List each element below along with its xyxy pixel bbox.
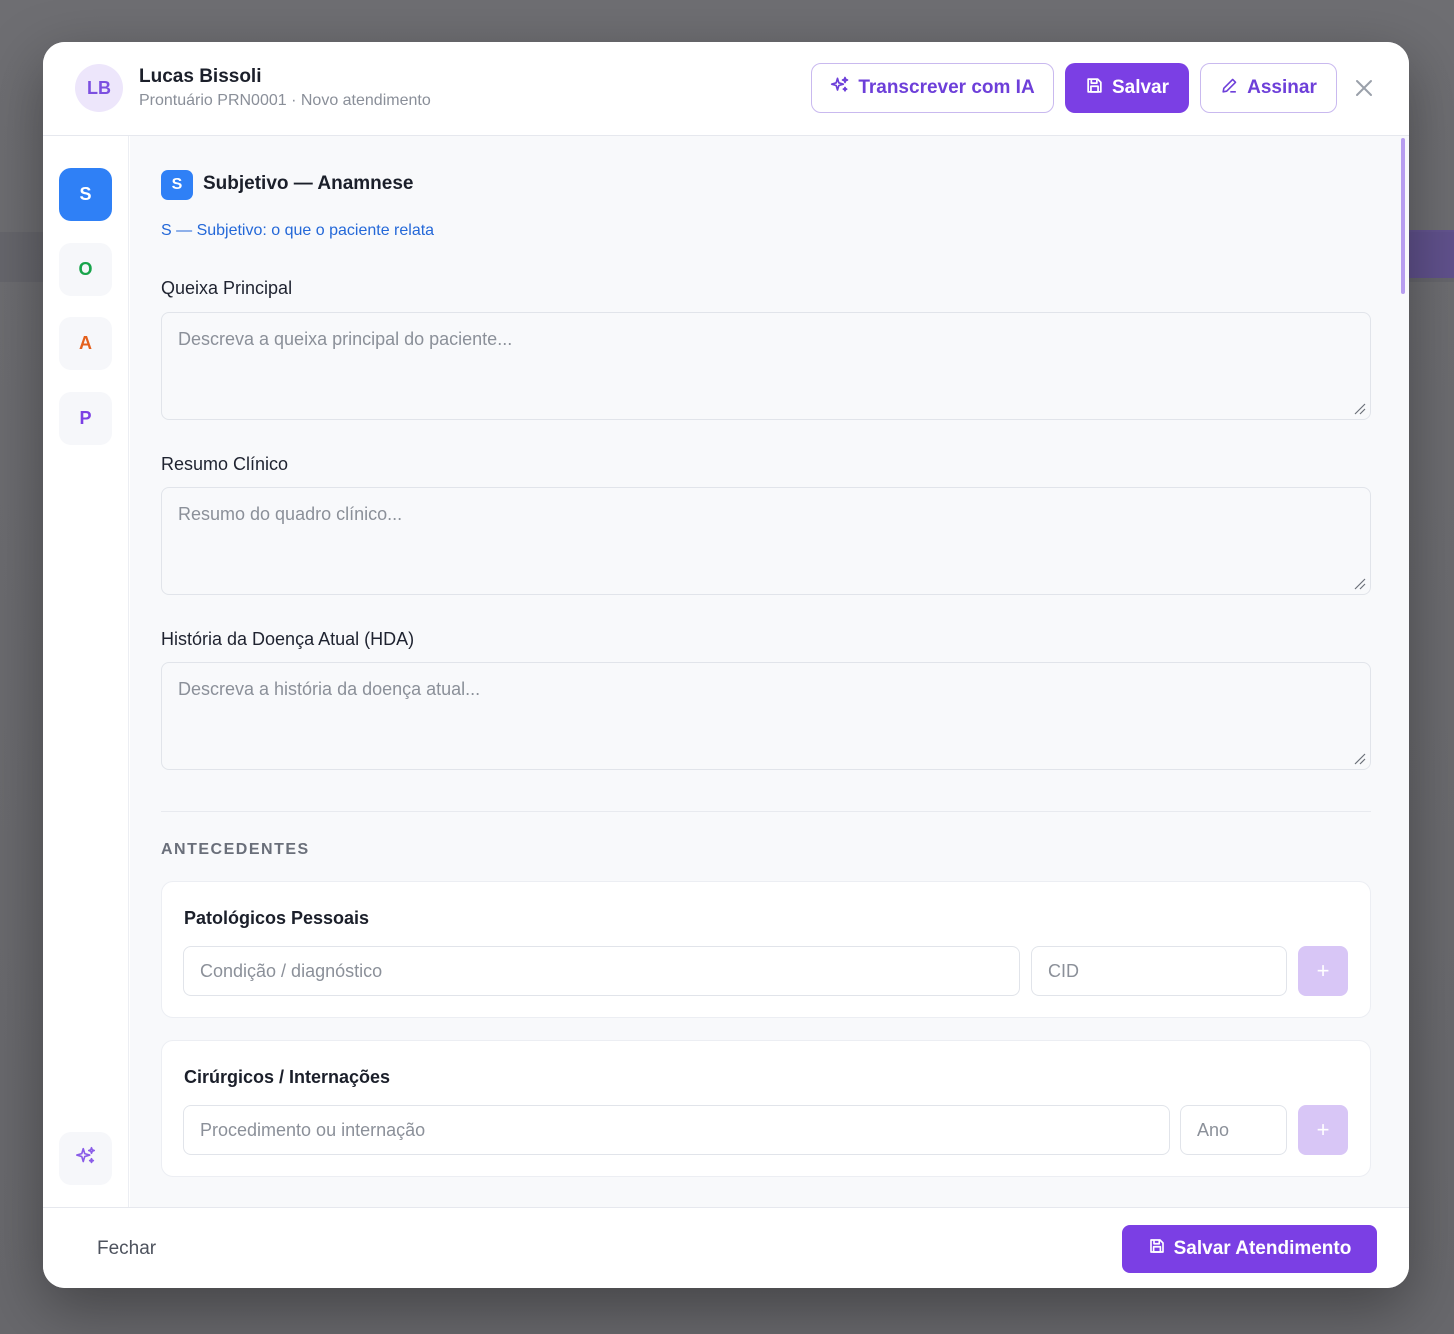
section-divider [161,811,1371,812]
modal-header: LB Lucas Bissoli Prontuário PRN0001 · No… [43,42,1409,136]
avatar: LB [75,64,123,112]
save-icon [1085,76,1104,101]
save-visit-label: Salvar Atendimento [1173,1238,1352,1259]
scrollbar[interactable] [1401,138,1405,294]
hda-placeholder: Descreva a história da doença atual... [178,679,481,699]
add-condition-button[interactable]: + [1298,946,1348,996]
chief-complaint-placeholder: Descreva a queixa principal do paciente.… [178,329,513,349]
condition-placeholder: Condição / diagnóstico [200,960,383,981]
section-badge: S [161,170,193,200]
resize-handle-icon[interactable] [1354,403,1366,415]
sparkles-icon [830,75,850,101]
sign-label: Assinar [1247,77,1317,98]
ai-assistant-button[interactable] [59,1132,112,1185]
sparkles-icon [75,1145,97,1172]
record-id: Prontuário PRN0001 [139,92,287,109]
subtitle-separator: · [286,92,301,109]
resize-handle-icon[interactable] [1354,578,1366,590]
procedure-input[interactable]: Procedimento ou internação [183,1105,1170,1155]
card-title: Cirúrgicos / Internações [184,1067,391,1087]
save-button[interactable]: Salvar [1065,63,1189,113]
sign-button[interactable]: Assinar [1200,63,1337,113]
surgical-card: Cirúrgicos / Internações Procedimento ou… [161,1040,1371,1177]
section-hint: S — Subjetivo: o que o paciente relata [161,222,435,239]
add-procedure-button[interactable]: + [1298,1105,1348,1155]
close-icon[interactable] [1352,76,1376,100]
consultation-modal: LB Lucas Bissoli Prontuário PRN0001 · No… [43,42,1409,1288]
year-placeholder: Ano [1197,1119,1230,1140]
section-title: Subjetivo — Anamnese [203,173,414,194]
clinical-summary-label: Resumo Clínico [161,454,289,474]
clinical-summary-textarea[interactable]: Resumo do quadro clínico... [161,487,1371,595]
form-content: S Subjetivo — Anamnese S — Subjetivo: o … [130,136,1409,1207]
patient-subtitle: Prontuário PRN0001 · Novo atendimento [139,92,431,110]
chief-complaint-label: Queixa Principal [161,278,293,298]
hda-textarea[interactable]: Descreva a história da doença atual... [161,662,1371,770]
close-button[interactable]: Fechar [97,1238,156,1260]
visit-type: Novo atendimento [300,92,431,109]
save-label: Salvar [1111,77,1170,98]
soap-nav-s[interactable]: S [59,168,112,221]
save-visit-button[interactable]: Salvar Atendimento [1122,1225,1377,1273]
cid-input[interactable]: CID [1031,946,1287,996]
cid-placeholder: CID [1048,960,1079,981]
hda-label: História da Doença Atual (HDA) [161,629,415,649]
soap-nav-o[interactable]: O [59,243,112,296]
year-input[interactable]: Ano [1180,1105,1287,1155]
resize-handle-icon[interactable] [1354,753,1366,765]
personal-pathological-card: Patológicos Pessoais Condição / diagnóst… [161,881,1371,1018]
chief-complaint-textarea[interactable]: Descreva a queixa principal do paciente.… [161,312,1371,420]
condition-input[interactable]: Condição / diagnóstico [183,946,1020,996]
pen-icon [1220,76,1239,101]
antecedentes-heading: ANTECEDENTES [161,841,310,858]
transcribe-ai-button[interactable]: Transcrever com IA [811,63,1054,113]
modal-footer: Fechar Salvar Atendimento [43,1207,1409,1288]
soap-nav-a[interactable]: A [59,317,112,370]
patient-name: Lucas Bissoli [139,66,262,87]
clinical-summary-placeholder: Resumo do quadro clínico... [178,504,403,524]
soap-nav-p[interactable]: P [59,392,112,445]
transcribe-ai-label: Transcrever com IA [858,77,1035,98]
procedure-placeholder: Procedimento ou internação [200,1119,426,1140]
card-title: Patológicos Pessoais [184,908,370,928]
save-icon [1148,1237,1166,1261]
soap-sidebar: S O A P [43,136,129,1207]
